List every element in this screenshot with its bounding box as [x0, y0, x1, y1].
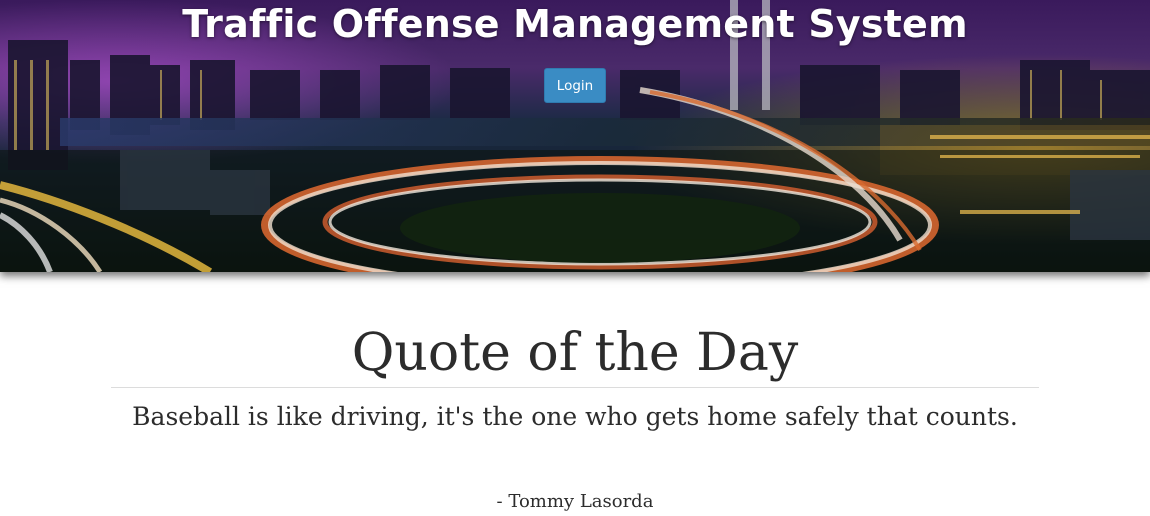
- quote-text: Baseball is like driving, it's the one w…: [132, 402, 1018, 431]
- divider: [111, 387, 1039, 388]
- quote-heading: Quote of the Day: [351, 323, 799, 383]
- quote-author: - Tommy Lasorda: [496, 491, 654, 512]
- hero-banner: Traffic Offense Management System Login: [0, 0, 1150, 272]
- login-button[interactable]: Login: [544, 68, 606, 103]
- app-title: Traffic Offense Management System: [182, 2, 968, 46]
